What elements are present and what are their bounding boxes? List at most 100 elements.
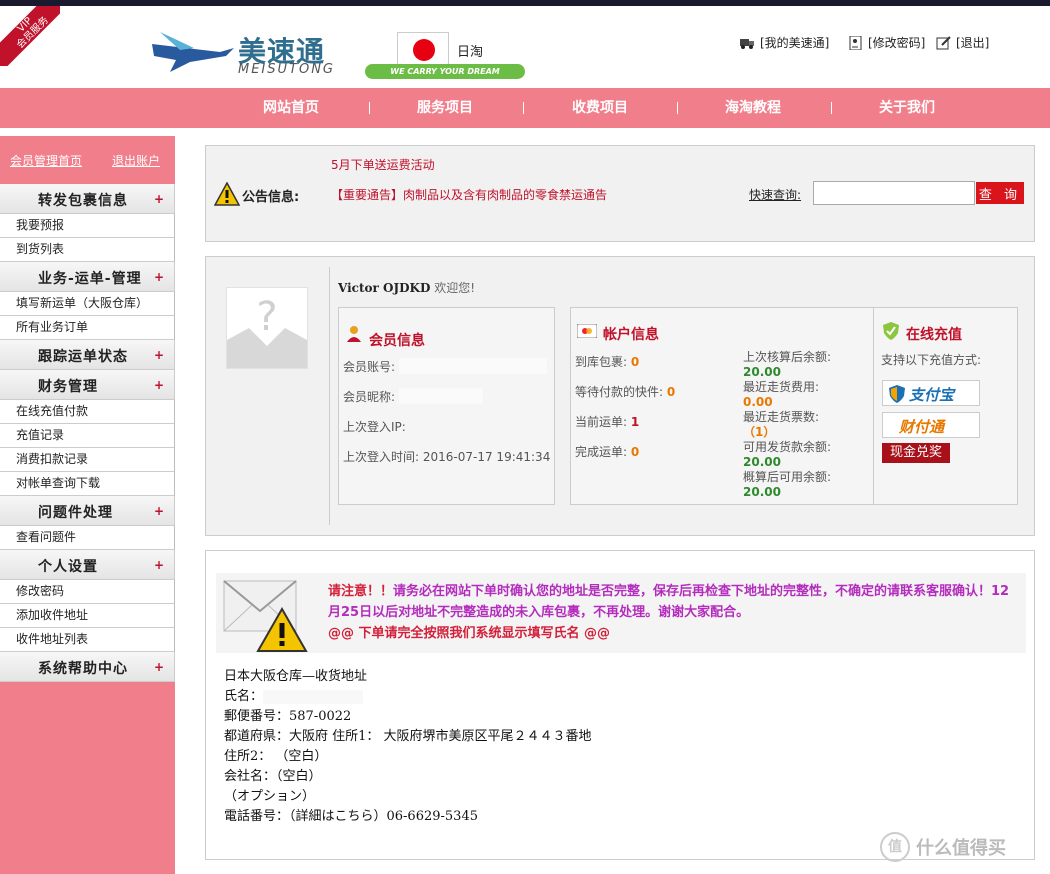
- account-info-box: 帐户信息 到库包裹: 0 等待付款的快件: 0 当前运单: 1 完成运单: 0 …: [570, 307, 1018, 505]
- notice-line-1[interactable]: 5月下单送运费活动: [331, 156, 435, 173]
- account-value-masked: [399, 358, 547, 374]
- logo-en: MEISUTONG: [238, 62, 336, 77]
- alert-text: 请注意！！请务必在网站下单时确认您的地址是否完整，保存后再检查下地址的完整性，不…: [328, 581, 1018, 644]
- sidebar-group-head[interactable]: 跟踪运单状态 +: [0, 340, 175, 370]
- alipay-icon: [889, 385, 905, 403]
- slogan-badge: WE CARRY YOUR DREAM: [365, 64, 525, 79]
- sidebar-item-recharge-history[interactable]: 充值记录: [0, 424, 175, 448]
- sidebar: 会员管理首页 退出账户 转发包裹信息 + 我要预报 到货列表 业务-运单-管理 + …: [0, 136, 175, 874]
- member-info-box: 会员信息 会员账号: 会员昵称: 上次登入IP: 上次登入时间: 2016-07…: [338, 307, 555, 505]
- nav-services[interactable]: 服务项目: [417, 88, 473, 128]
- sidebar-item-new-order[interactable]: 填写新运单（大阪仓库）: [0, 292, 175, 316]
- my-account-label: [我的美速通]: [760, 36, 830, 50]
- group-title: 系统帮助中心: [38, 661, 128, 677]
- warehouse-address: 日本大阪仓库—收货地址 氏名： 郵便番号：587-0022 都道府県：大阪府 住…: [224, 667, 592, 827]
- stat-recent-cost: 最近走货费用: 0.00: [743, 380, 820, 409]
- sidebar-group-head[interactable]: 业务-运单-管理 +: [0, 262, 175, 292]
- nav-pricing[interactable]: 收费项目: [572, 88, 628, 128]
- site-logo[interactable]: 美速通 MEISUTONG: [150, 22, 360, 78]
- address-panel: 请注意！！请务必在网站下单时确认您的地址是否完整，保存后再检查下地址的完整性，不…: [205, 550, 1035, 860]
- vip-badge-label: VIP 会员服务: [0, 6, 60, 66]
- sidebar-group-parcels: 转发包裹信息 + 我要预报 到货列表: [0, 184, 175, 262]
- stat-awaiting-payment: 等待付款的快件: 0: [575, 385, 676, 399]
- avatar-placeholder-icon: ?: [227, 294, 307, 368]
- truck-icon: [740, 38, 754, 49]
- address-title: 日本大阪仓库—收货地址: [224, 669, 368, 684]
- notice-label: 公告信息:: [242, 190, 300, 205]
- sidebar-group-issues: 问题件处理 + 查看问题件: [0, 496, 175, 550]
- cash-redeem-button[interactable]: 现金兑奖: [882, 443, 950, 463]
- edit-icon: [936, 35, 951, 49]
- sidebar-group-help: 系统帮助中心 +: [0, 652, 175, 682]
- warning-icon: [214, 182, 240, 206]
- my-account-link[interactable]: [我的美速通]: [740, 34, 829, 51]
- alert-name-rule: @@ 下单请完全按照我们系统显示填写氏名 @@: [328, 626, 611, 641]
- expand-plus-icon: +: [153, 378, 164, 392]
- sidebar-group-head[interactable]: 问题件处理 +: [0, 496, 175, 526]
- sidebar-group-orders: 业务-运单-管理 + 填写新运单（大阪仓库） 所有业务订单: [0, 262, 175, 340]
- logout-account-link[interactable]: 退出账户: [112, 152, 160, 169]
- sidebar-group-head[interactable]: 转发包裹信息 +: [0, 184, 175, 214]
- alert-attention: 请注意！！: [328, 584, 394, 599]
- address-alert: 请注意！！请务必在网站下单时确认您的地址是否完整，保存后再检查下地址的完整性，不…: [216, 573, 1026, 653]
- sidebar-item-add-address[interactable]: 添加收件地址: [0, 604, 175, 628]
- caifutong-button[interactable]: 财付通: [882, 412, 980, 438]
- expand-plus-icon: +: [153, 504, 164, 518]
- address-prefecture: 都道府県：大阪府 住所1： 大阪府堺市美原区平尾２４４３番地: [224, 729, 592, 744]
- mail-warning-icon: [223, 580, 308, 652]
- top-border: [0, 0, 1050, 6]
- address-option: （オプション）: [224, 789, 316, 804]
- account-info-title: 帐户信息: [603, 327, 659, 343]
- sidebar-item-arrivals[interactable]: 到货列表: [0, 238, 175, 262]
- sidebar-item-all-orders[interactable]: 所有业务订单: [0, 316, 175, 340]
- alipay-button[interactable]: 支付宝: [882, 380, 980, 406]
- avatar[interactable]: ?: [226, 287, 308, 369]
- address-line2: 住所2： （空白）: [224, 749, 328, 764]
- nav-separator: [831, 102, 832, 114]
- sidebar-item-online-pay[interactable]: 在线充值付款: [0, 400, 175, 424]
- nickname-label: 会员昵称:: [343, 390, 396, 404]
- region-label: 日淘: [457, 45, 484, 60]
- person-doc-icon: [849, 35, 862, 50]
- address-postal: 郵便番号：587-0022: [224, 709, 352, 724]
- last-ip-label: 上次登入IP:: [343, 420, 406, 434]
- stat-last-balance: 上次核算后余额: 20.00: [743, 350, 832, 379]
- nav-about[interactable]: 关于我们: [879, 88, 935, 128]
- change-password-link[interactable]: [修改密码]: [848, 34, 925, 51]
- vip-badge: VIP 会员服务: [0, 6, 60, 66]
- nav-separator: [677, 102, 678, 114]
- welcome-text: Victor OJDKD 欢迎您!: [338, 279, 475, 296]
- sidebar-group-head[interactable]: 系统帮助中心 +: [0, 652, 175, 682]
- sidebar-item-forecast[interactable]: 我要预报: [0, 214, 175, 238]
- nav-tutorial[interactable]: 海淘教程: [725, 88, 781, 128]
- quick-search-input[interactable]: [813, 181, 975, 205]
- nav-home[interactable]: 网站首页: [263, 88, 319, 128]
- stat-estimated-balance: 概算后可用余额: 20.00: [743, 470, 832, 499]
- last-login-time: 上次登入时间: 2016-07-17 19:41:34: [343, 448, 550, 465]
- change-password-label: [修改密码]: [868, 36, 926, 50]
- notice-line-2[interactable]: 【重要通告】肉制品以及含有肉制品的零食禁运通告: [331, 186, 607, 203]
- sidebar-group-head[interactable]: 财务管理 +: [0, 370, 175, 400]
- sidebar-item-address-list[interactable]: 收件地址列表: [0, 628, 175, 652]
- sidebar-item-change-password[interactable]: 修改密码: [0, 580, 175, 604]
- account-label: 会员账号:: [343, 360, 396, 374]
- quick-search-button[interactable]: 查 询: [976, 182, 1024, 204]
- svg-text:?: ?: [256, 294, 277, 340]
- alert-body: 请务必在网站下单时确认您的地址是否完整，保存后再检查下地址的完整性，不确定的请联…: [328, 584, 1010, 620]
- japan-flag-icon[interactable]: [397, 32, 449, 66]
- sidebar-group-head[interactable]: 个人设置 +: [0, 550, 175, 580]
- sidebar-group-finance: 财务管理 + 在线充值付款 充值记录 消费扣款记录 对帐单查询下载: [0, 370, 175, 496]
- sidebar-item-deductions[interactable]: 消费扣款记录: [0, 448, 175, 472]
- sidebar-item-view-issues[interactable]: 查看问题件: [0, 526, 175, 550]
- nickname-value-masked: [399, 388, 483, 404]
- member-home-link[interactable]: 会员管理首页: [10, 152, 82, 169]
- stat-warehouse-parcels: 到库包裹: 0: [575, 355, 640, 369]
- last-login-value: 2016-07-17 19:41:34: [422, 450, 551, 464]
- stat-completed-orders: 完成运单: 0: [575, 445, 640, 459]
- logout-link[interactable]: [退出]: [936, 34, 989, 51]
- sidebar-item-statements[interactable]: 对帐单查询下载: [0, 472, 175, 496]
- recharge-desc: 支持以下充值方式:: [881, 353, 982, 367]
- expand-plus-icon: +: [153, 558, 164, 572]
- watermark: 值 什么值得买: [880, 832, 1006, 862]
- last-login-label: 上次登入时间:: [343, 450, 420, 464]
